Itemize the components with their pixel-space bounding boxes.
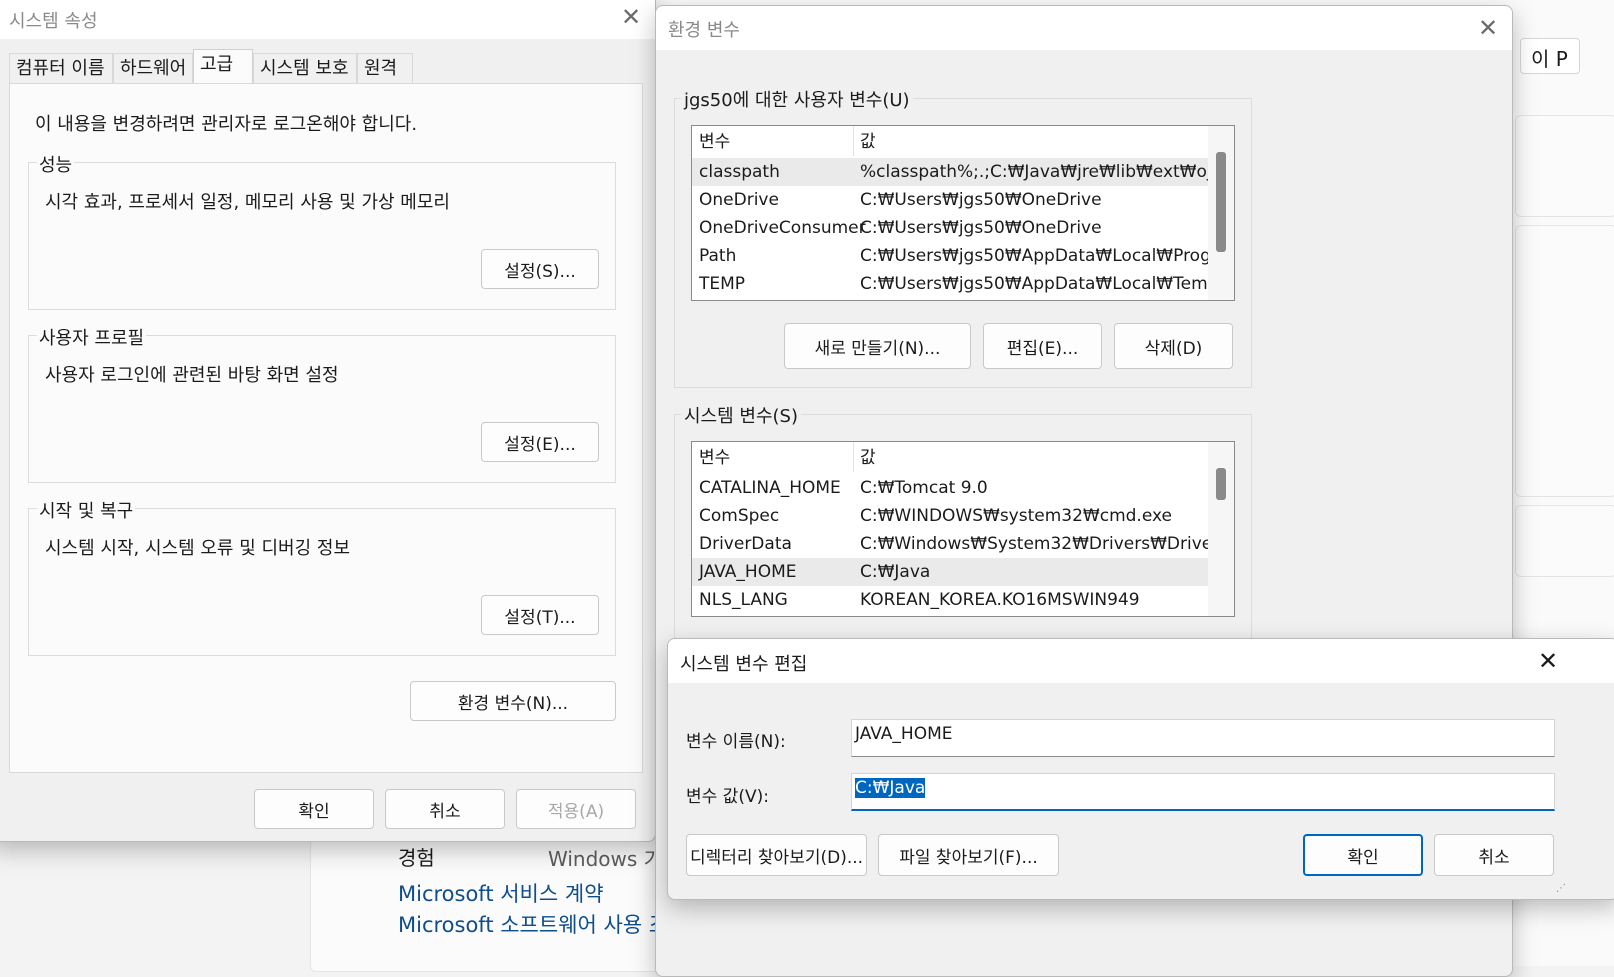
edit-system-variable-dialog: 시스템 변수 편집 ✕ 변수 이름(N): JAVA_HOME 변수 값(V):… (667, 638, 1614, 900)
list-header: 변수 값 (692, 444, 1208, 472)
variable-value-input[interactable]: C:₩Java (851, 773, 1555, 811)
variable-name-cell: OneDrive (699, 190, 779, 210)
variable-name-cell: NLS_LANG (699, 590, 788, 610)
table-row[interactable]: Path C:₩Users₩jgs50₩AppData₩Local₩Progra.… (692, 242, 1234, 270)
close-icon[interactable]: ✕ (1528, 643, 1568, 679)
admin-notice: 이 내용을 변경하려면 관리자로 로그온해야 합니다. (35, 114, 418, 135)
variable-name-input[interactable]: JAVA_HOME (851, 719, 1555, 757)
apply-button[interactable]: 적용(A) (516, 789, 636, 829)
selected-value-text: C:₩Java (855, 778, 926, 798)
variable-name-cell: ComSpec (699, 506, 780, 526)
column-header-name[interactable]: 변수 (699, 128, 730, 156)
variable-name-label: 변수 이름(N): (686, 732, 786, 752)
scrollbar[interactable] (1208, 442, 1234, 616)
dialog-title: 환경 변수 (668, 20, 740, 41)
resize-grip-icon[interactable]: ⋰ (1556, 883, 1566, 894)
tab-system-protection[interactable]: 시스템 보호 (253, 53, 357, 83)
group-description: 시스템 시작, 시스템 오류 및 디버깅 정보 (45, 538, 351, 559)
variable-name-cell: classpath (699, 162, 780, 182)
system-properties-dialog: 시스템 속성 ✕ 컴퓨터 이름 하드웨어 고급 시스템 보호 원격 이 내용을 … (0, 0, 656, 842)
service-agreement-link[interactable]: Microsoft 서비스 계약 (398, 878, 604, 908)
delete-user-variable-button[interactable]: 삭제(D) (1114, 323, 1233, 369)
tab-computer-name[interactable]: 컴퓨터 이름 (9, 53, 113, 83)
variable-name-cell: CATALINA_HOME (699, 478, 841, 498)
user-variables-title: jgs50에 대한 사용자 변수(U) (681, 86, 913, 112)
experience-label: 경험 (398, 846, 435, 870)
variable-value-cell: C:₩Tomcat 9.0 (860, 478, 988, 498)
title-bar: 환경 변수 ✕ (656, 6, 1512, 50)
column-header-name[interactable]: 변수 (699, 444, 730, 472)
table-row[interactable]: OneDrive C:₩Users₩jgs50₩OneDrive (692, 186, 1208, 214)
variable-name-cell: TEMP (699, 274, 746, 294)
variable-value-cell: C:₩WINDOWS₩system32₩cmd.exe (860, 506, 1172, 526)
tab-advanced[interactable]: 고급 (193, 49, 253, 85)
background-search-box[interactable]: 이 P (1520, 38, 1580, 74)
table-row[interactable]: JAVA_HOME C:₩Java (692, 558, 1208, 586)
table-row[interactable]: classpath %classpath%;.;C:₩Java₩jre₩lib₩e… (692, 158, 1234, 186)
performance-settings-button[interactable]: 설정(S)... (481, 249, 599, 289)
group-title: 시작 및 복구 (37, 497, 136, 523)
group-description: 사용자 로그인에 관련된 바탕 화면 설정 (45, 365, 339, 386)
ok-button[interactable]: 확인 (254, 789, 374, 829)
edit-user-variable-button[interactable]: 편집(E)... (983, 323, 1102, 369)
variable-value-label: 변수 값(V): (686, 787, 769, 807)
column-header-value[interactable]: 값 (860, 128, 876, 156)
variable-value-cell: %classpath%;.;C:₩Java₩jre₩lib₩ext₩ojdb..… (860, 162, 1235, 182)
user-profiles-group: 사용자 프로필 사용자 로그인에 관련된 바탕 화면 설정 설정(E)... (28, 324, 616, 483)
variable-value-cell: C:₩Java (860, 562, 931, 582)
variable-name-cell: OneDriveConsumer (699, 218, 866, 238)
windows-experience-value: Windows 기 (548, 847, 663, 871)
tab-remote[interactable]: 원격 (357, 53, 413, 83)
user-profiles-settings-button[interactable]: 설정(E)... (481, 422, 599, 462)
variable-value-cell: C:₩Windows₩System32₩Drivers₩Driver... (860, 534, 1234, 554)
column-separator (853, 442, 854, 472)
variable-value-cell: C:₩Users₩jgs50₩AppData₩Local₩Temp (860, 274, 1219, 294)
table-row[interactable]: ComSpec C:₩WINDOWS₩system32₩cmd.exe (692, 502, 1208, 530)
startup-recovery-group: 시작 및 복구 시스템 시작, 시스템 오류 및 디버깅 정보 설정(T)... (28, 497, 616, 656)
dialog-title: 시스템 변수 편집 (680, 654, 808, 675)
list-header: 변수 값 (692, 128, 1208, 156)
tab-hardware[interactable]: 하드웨어 (113, 53, 193, 83)
new-user-variable-button[interactable]: 새로 만들기(N)... (784, 323, 971, 369)
advanced-tab-panel: 이 내용을 변경하려면 관리자로 로그온해야 합니다. 성능 시각 효과, 프로… (9, 83, 643, 773)
background-card (1515, 505, 1614, 577)
scrollbar-thumb[interactable] (1216, 468, 1226, 500)
group-title: 사용자 프로필 (37, 324, 147, 350)
variable-name-cell: DriverData (699, 534, 792, 554)
variable-name-cell: JAVA_HOME (699, 562, 797, 582)
environment-variables-button[interactable]: 환경 변수(N)... (410, 681, 616, 721)
startup-recovery-settings-button[interactable]: 설정(T)... (481, 595, 599, 635)
table-row[interactable]: CATALINA_HOME C:₩Tomcat 9.0 (692, 474, 1208, 502)
table-row[interactable]: OneDriveConsumer C:₩Users₩jgs50₩OneDrive (692, 214, 1208, 242)
system-variables-list[interactable]: 변수 값 CATALINA_HOME C:₩Tomcat 9.0 ComSpec C:… (691, 441, 1235, 617)
variable-value-cell: C:₩Users₩jgs50₩AppData₩Local₩Progra... (860, 246, 1235, 266)
column-header-value[interactable]: 값 (860, 444, 876, 472)
scrollbar-thumb[interactable] (1216, 152, 1226, 252)
group-title: 성능 (37, 151, 75, 177)
cancel-button[interactable]: 취소 (1434, 834, 1554, 876)
license-terms-link[interactable]: Microsoft 소프트웨어 사용 조 (398, 909, 668, 939)
close-icon[interactable]: ✕ (1468, 10, 1508, 46)
table-row[interactable]: TEMP C:₩Users₩jgs50₩AppData₩Local₩Temp (692, 270, 1218, 298)
table-row[interactable]: DriverData C:₩Windows₩System32₩Drivers₩Dr… (692, 530, 1234, 558)
column-separator (853, 126, 854, 156)
user-variables-list[interactable]: 변수 값 classpath %classpath%;.;C:₩Java₩jre₩… (691, 125, 1235, 301)
browse-directory-button[interactable]: 디렉터리 찾아보기(D)... (686, 834, 867, 876)
variable-value-cell: C:₩Users₩jgs50₩OneDrive (860, 218, 1102, 238)
variable-name-cell: Path (699, 246, 737, 266)
scrollbar[interactable] (1208, 126, 1234, 300)
browse-file-button[interactable]: 파일 찾아보기(F)... (878, 834, 1059, 876)
group-description: 시각 효과, 프로세서 일정, 메모리 사용 및 가상 메모리 (45, 192, 450, 213)
performance-group: 성능 시각 효과, 프로세서 일정, 메모리 사용 및 가상 메모리 설정(S)… (28, 151, 616, 310)
ok-button[interactable]: 확인 (1303, 834, 1423, 876)
user-variables-group: jgs50에 대한 사용자 변수(U) 변수 값 classpath %class… (674, 86, 1252, 388)
cancel-button[interactable]: 취소 (385, 789, 505, 829)
variable-value-cell: C:₩Users₩jgs50₩OneDrive (860, 190, 1102, 210)
title-bar: 시스템 변수 편집 ✕ (668, 639, 1614, 683)
variable-value-cell: KOREAN_KOREA.KO16MSWIN949 (860, 590, 1140, 610)
background-card (1515, 225, 1614, 497)
system-variables-title: 시스템 변수(S) (681, 402, 801, 428)
table-row[interactable]: NLS_LANG KOREAN_KOREA.KO16MSWIN949 (692, 586, 1208, 614)
background-card (1515, 115, 1614, 217)
